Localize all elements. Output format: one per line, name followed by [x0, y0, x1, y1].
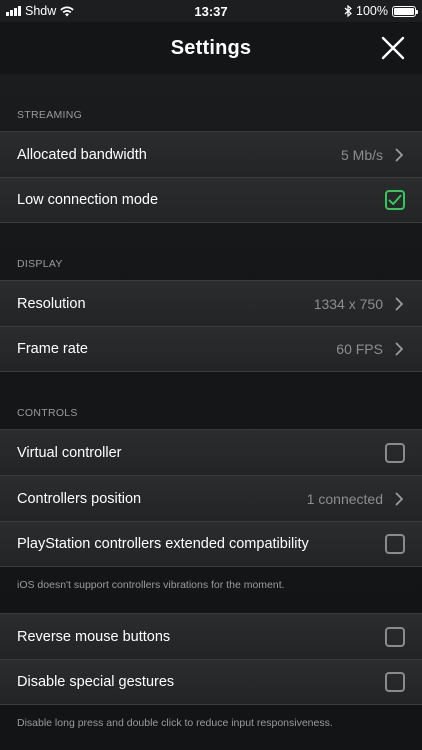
row-value: 5 Mb/s	[340, 146, 383, 163]
virtual-controller-row[interactable]: Virtual controller	[0, 429, 422, 475]
row-label: Resolution	[17, 295, 86, 312]
reverse-mouse-checkbox[interactable]	[385, 626, 405, 647]
frame-rate-row[interactable]: Frame rate 60 FPS	[0, 326, 422, 372]
chevron-right-icon	[395, 148, 405, 162]
status-bar: Shdw 13:37 100%	[0, 0, 422, 22]
gestures-footnote: Disable long press and double click to r…	[17, 717, 333, 729]
row-label: Reverse mouse buttons	[17, 628, 171, 645]
low-connection-mode-row[interactable]: Low connection mode	[0, 177, 422, 223]
settings-content: STREAMING Allocated bandwidth 5 Mb/s Low…	[0, 74, 422, 750]
status-right: 100%	[211, 4, 418, 18]
row-value: 1 connected	[306, 490, 383, 507]
row-label: Allocated bandwidth	[17, 146, 147, 163]
streaming-group: Allocated bandwidth 5 Mb/s Low connectio…	[0, 131, 422, 223]
controllers-position-row[interactable]: Controllers position 1 connected	[0, 475, 422, 521]
row-label: Low connection mode	[17, 192, 159, 208]
status-left: Shdw	[6, 4, 211, 18]
close-button[interactable]	[378, 33, 408, 63]
battery-percent: 100%	[356, 4, 388, 18]
close-icon	[381, 36, 405, 60]
signal-icon	[6, 6, 21, 16]
mouse-group: Reverse mouse buttons Disable special ge…	[0, 613, 422, 705]
reverse-mouse-row[interactable]: Reverse mouse buttons	[0, 613, 422, 659]
disable-gestures-checkbox[interactable]	[385, 672, 405, 692]
row-value: 60 FPS	[336, 341, 383, 357]
row-label: PlayStation controllers extended compati…	[17, 536, 309, 552]
section-header-controls: CONTROLS	[17, 407, 78, 419]
playstation-compat-row[interactable]: PlayStation controllers extended compati…	[0, 521, 422, 567]
bluetooth-icon	[344, 5, 352, 17]
row-label: Controllers position	[17, 490, 142, 507]
resolution-row[interactable]: Resolution 1334 x 750	[0, 280, 422, 326]
section-header-display: DISPLAY	[17, 258, 63, 270]
row-value: 1334 x 750	[313, 295, 383, 312]
wifi-icon	[60, 6, 74, 16]
chevron-right-icon	[395, 297, 405, 311]
chevron-right-icon	[395, 492, 405, 506]
playstation-compat-checkbox[interactable]	[385, 534, 405, 554]
display-group: Resolution 1334 x 750 Frame rate 60 FPS	[0, 280, 422, 372]
section-header-streaming: STREAMING	[17, 109, 83, 121]
allocated-bandwidth-row[interactable]: Allocated bandwidth 5 Mb/s	[0, 131, 422, 177]
chevron-right-icon	[395, 342, 405, 356]
row-label: Virtual controller	[17, 444, 122, 461]
settings-screen: Shdw 13:37 100% Settings STREAMING Alloc…	[0, 0, 422, 750]
low-connection-checkbox[interactable]	[385, 190, 405, 210]
nav-bar: Settings	[0, 22, 422, 74]
row-label: Frame rate	[17, 341, 88, 357]
virtual-controller-checkbox[interactable]	[385, 442, 405, 463]
row-label: Disable special gestures	[17, 674, 175, 690]
disable-gestures-row[interactable]: Disable special gestures	[0, 659, 422, 705]
checkmark-icon	[388, 194, 402, 205]
controls-group: Virtual controller Controllers position …	[0, 429, 422, 567]
page-title: Settings	[170, 36, 252, 59]
carrier-name: Shdw	[25, 4, 57, 18]
controls-footnote: iOS doesn't support controllers vibratio…	[17, 579, 285, 591]
battery-icon	[392, 5, 418, 17]
